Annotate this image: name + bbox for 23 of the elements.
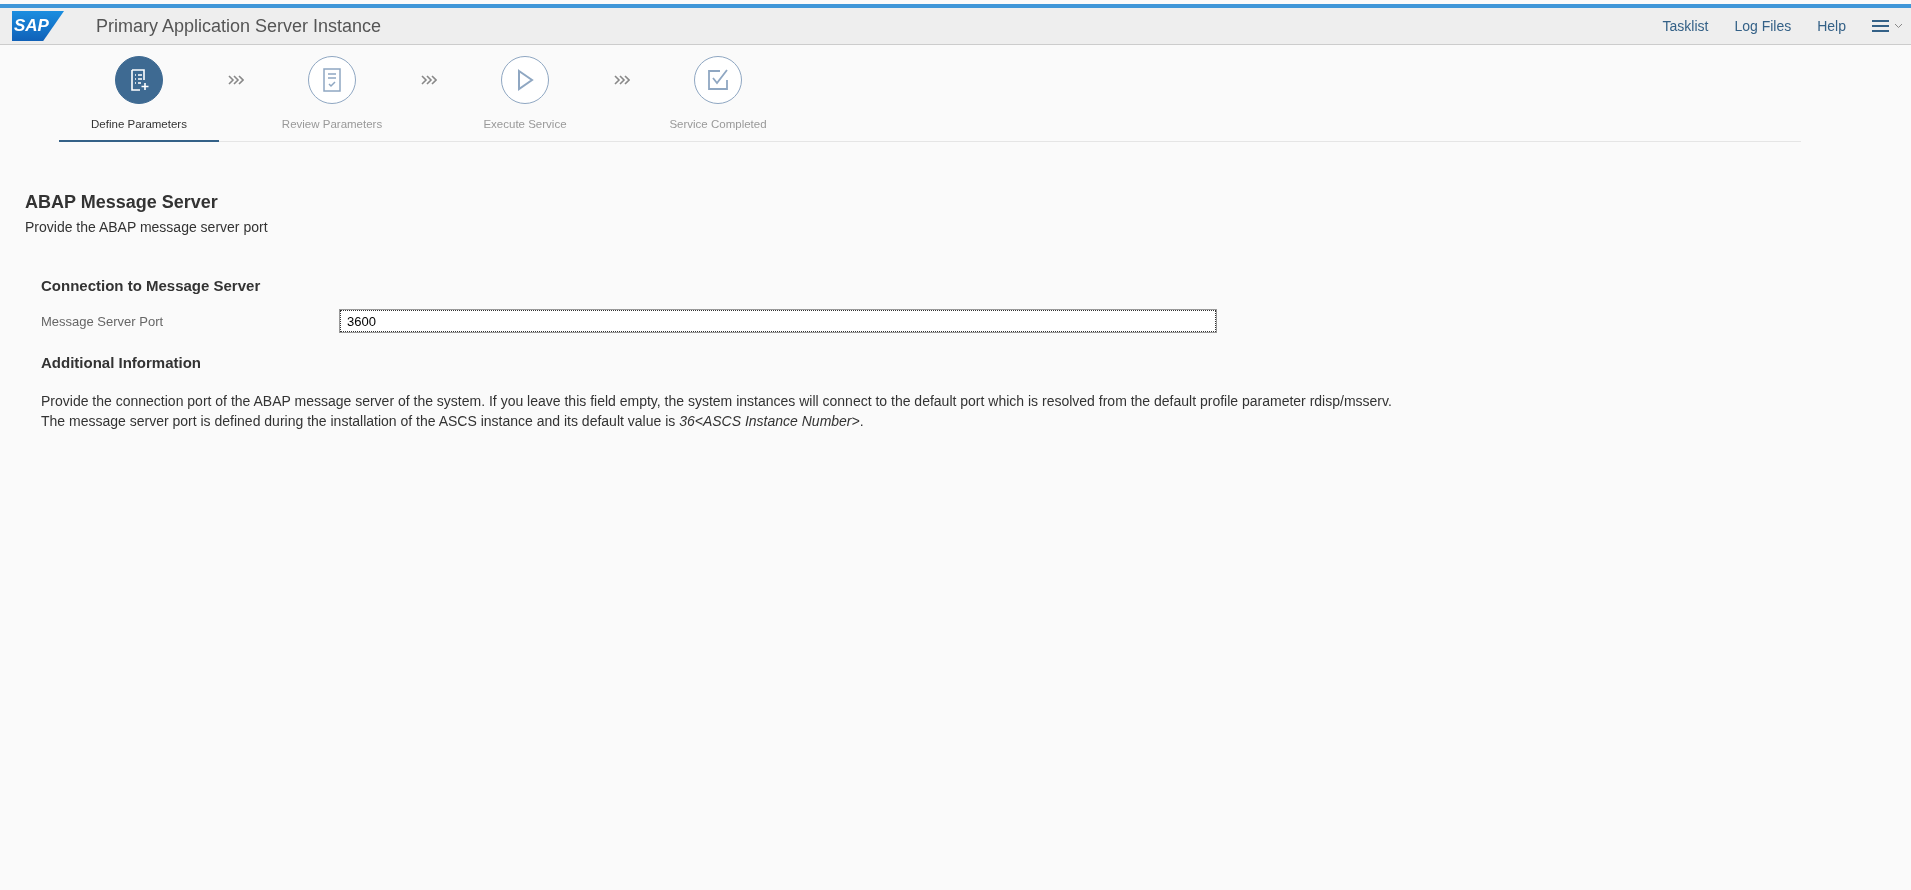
info-text: The message server port is defined during the installation of the ASCS instance and its default value is 36<ASCS Instance Number>.: [41, 412, 865, 431]
chevrons-icon: [227, 75, 244, 85]
clipboard-check-icon: [322, 67, 342, 93]
play-icon: [516, 69, 534, 91]
section-title: Connection to Message Server: [41, 277, 262, 294]
wizard-step-tab[interactable]: Define Parameters: [59, 56, 219, 142]
input-field[interactable]: 3600: [340, 310, 1216, 332]
sap-logo: SAP: [12, 11, 64, 41]
menu-button[interactable]: [1872, 20, 1903, 32]
caret-icon: [1894, 23, 1903, 29]
chevrons-icon: [420, 75, 437, 85]
field-label: Message Server Port: [41, 313, 165, 329]
app-title: Primary Application Server Instance: [96, 15, 382, 37]
checkbox-tick-icon: [706, 68, 730, 92]
page-subtitle: Provide the ABAP message server port: [25, 218, 269, 237]
page-title: ABAP Message Server: [25, 192, 219, 213]
chevrons-icon: [613, 75, 630, 85]
section-title: Additional Information: [41, 354, 202, 371]
info-text: Provide the connection port of the ABAP message server of the system. If you leave this field empty, the system instances will connect to the default port which is resolved from the default profile parameter rdisp/msserv.: [41, 392, 1393, 411]
menu-icon: [1872, 20, 1889, 32]
header-link[interactable]: Help: [1817, 18, 1846, 34]
header-link[interactable]: Tasklist: [1662, 18, 1709, 34]
header-link[interactable]: Log Files: [1734, 18, 1792, 34]
